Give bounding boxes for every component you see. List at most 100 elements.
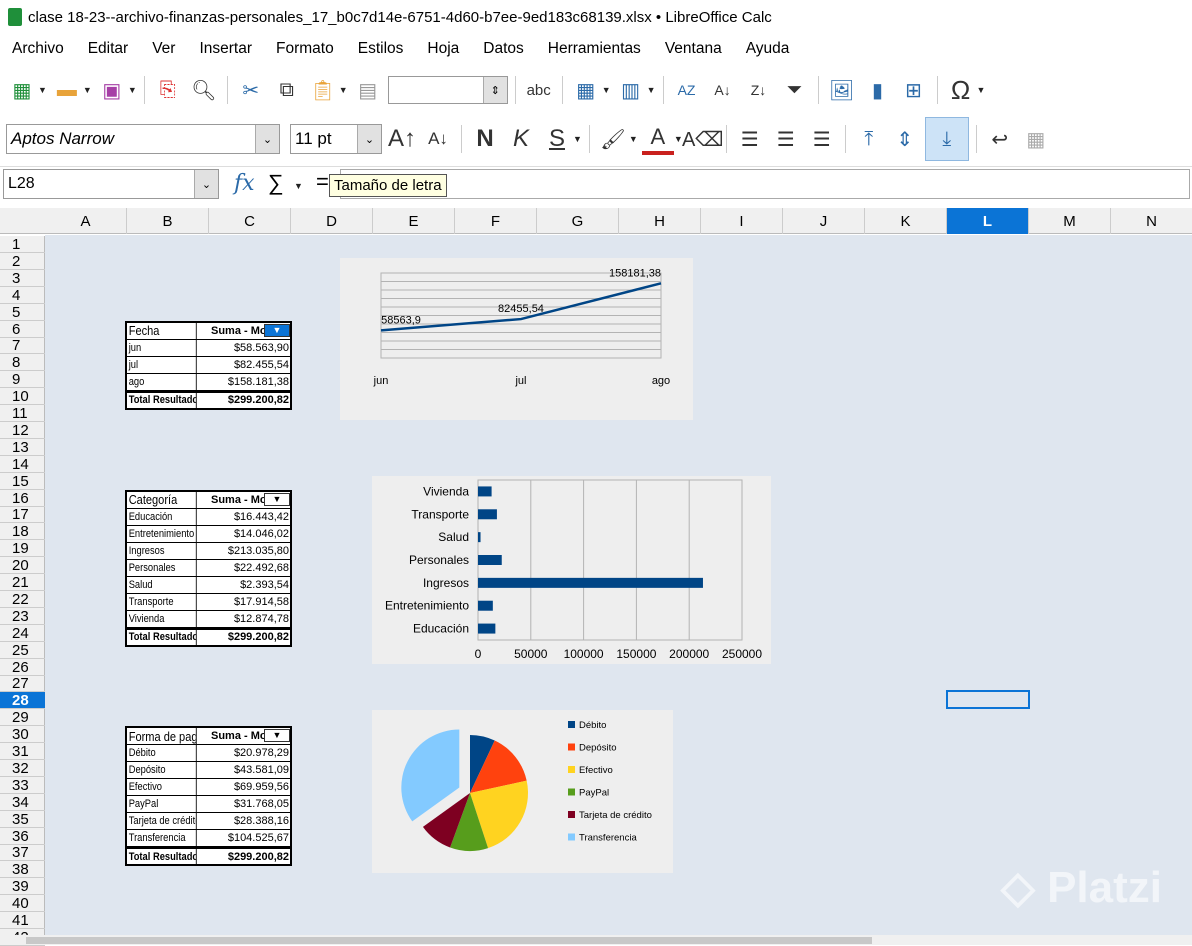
underline-button[interactable]: S — [541, 123, 573, 155]
save-icon[interactable]: ▣ — [96, 74, 128, 106]
row-header[interactable]: 35 — [0, 811, 45, 828]
copy-icon[interactable]: ⧉ — [271, 74, 303, 106]
font-size-select[interactable]: 11 pt ⌄ — [290, 124, 382, 154]
column-header-l[interactable]: L — [947, 208, 1029, 234]
export-pdf-icon[interactable]: ⎘ — [152, 74, 184, 106]
column-header-e[interactable]: E — [373, 208, 455, 234]
chevron-down-icon[interactable]: ⌄ — [255, 125, 279, 153]
align-center-icon[interactable]: ☰ — [770, 123, 802, 155]
clear-formatting-icon[interactable]: A⌫ — [682, 123, 724, 155]
menu-estilos[interactable]: Estilos — [346, 40, 416, 58]
row-header[interactable]: 8 — [0, 354, 45, 372]
row-header[interactable]: 19 — [0, 540, 45, 558]
menu-herramientas[interactable]: Herramientas — [536, 40, 653, 58]
line-chart[interactable]: jun 58563,9 jul 82455,54 ago 158181,38 — [340, 258, 693, 420]
column-header-m[interactable]: M — [1029, 208, 1111, 234]
formula-icon[interactable]: = — [316, 169, 329, 195]
row-header[interactable]: 2 — [0, 253, 45, 270]
row-header[interactable]: 18 — [0, 523, 45, 541]
function-wizard-icon[interactable]: fx — [234, 171, 255, 196]
row-header[interactable]: 29 — [0, 709, 45, 727]
column-header-g[interactable]: G — [537, 208, 619, 234]
menu-hoja[interactable]: Hoja — [415, 40, 471, 58]
row-header[interactable]: 30 — [0, 726, 45, 744]
row-header[interactable]: 27 — [0, 675, 45, 693]
row-header[interactable]: 10 — [0, 388, 45, 406]
column-header-d[interactable]: D — [291, 208, 373, 234]
row-header[interactable]: 37 — [0, 844, 45, 862]
column-header-n[interactable]: N — [1111, 208, 1192, 234]
menu-archivo[interactable]: Archivo — [0, 40, 76, 58]
align-left-icon[interactable]: ☰ — [734, 123, 766, 155]
paste-icon[interactable]: 📋︎ — [307, 74, 339, 106]
row-header[interactable]: 28 — [0, 692, 45, 710]
autofilter-icon[interactable]: ⏷ — [779, 74, 811, 106]
row-header[interactable]: 11 — [0, 405, 45, 422]
clone-formatting-icon[interactable]: ▤ — [352, 74, 384, 106]
style-input[interactable]: ⇕ — [387, 76, 508, 104]
column-header-a[interactable]: A — [45, 208, 127, 234]
insert-row-icon[interactable]: ▦ — [570, 74, 602, 106]
bold-button[interactable]: N — [469, 123, 501, 155]
row-header[interactable]: 3 — [0, 270, 45, 287]
row-header[interactable]: 32 — [0, 760, 45, 777]
font-color-icon[interactable]: A — [641, 123, 674, 155]
special-character-icon[interactable]: Ω — [945, 74, 977, 106]
filter-dropdown-button[interactable]: ▼ — [264, 492, 290, 506]
print-preview-icon[interactable]: 🔍︎ — [188, 74, 220, 106]
align-right-icon[interactable]: ☰ — [806, 123, 838, 155]
column-header-i[interactable]: I — [701, 208, 783, 234]
bar-chart[interactable]: 0 50000 100000 150000 200000 250000 Vivienda Tr… — [372, 476, 771, 664]
sort-descending-icon[interactable]: Z↓ — [743, 74, 775, 106]
insert-column-icon[interactable]: ▥ — [615, 74, 647, 106]
merge-cells-icon[interactable]: ▦ — [1020, 123, 1052, 155]
spellcheck-icon[interactable]: abc — [523, 74, 555, 106]
chevron-down-icon[interactable]: ⌄ — [357, 125, 381, 153]
column-header-k[interactable]: K — [865, 208, 947, 234]
row-header[interactable]: 36 — [0, 828, 45, 845]
sort-icon[interactable]: AZ — [671, 74, 703, 106]
row-header[interactable]: 4 — [0, 287, 45, 304]
row-header[interactable]: 15 — [0, 473, 45, 490]
font-name-select[interactable]: Aptos Narrow ⌄ — [6, 124, 280, 154]
row-header[interactable]: 39 — [0, 878, 45, 896]
menu-insertar[interactable]: Insertar — [187, 40, 264, 58]
row-header[interactable]: 22 — [0, 591, 45, 608]
italic-button[interactable]: K — [505, 123, 537, 155]
pivot-table-icon[interactable]: ⊞ — [898, 74, 930, 106]
open-folder-icon[interactable]: ▬ — [51, 74, 83, 106]
column-header-c[interactable]: C — [209, 208, 291, 234]
scrollbar-thumb[interactable] — [26, 937, 872, 944]
row-header[interactable]: 24 — [0, 625, 45, 642]
row-header[interactable]: 16 — [0, 490, 45, 507]
menu-formato[interactable]: Formato — [264, 40, 346, 58]
row-header[interactable]: 38 — [0, 861, 45, 879]
decrease-font-icon[interactable]: A↓ — [422, 123, 454, 155]
cut-icon[interactable]: ✂ — [235, 74, 267, 106]
pie-chart[interactable]: Débito Depósito Efectivo PayPal Tarjeta de c… — [372, 710, 673, 873]
chevron-down-icon[interactable]: ⌄ — [194, 170, 218, 198]
column-header-h[interactable]: H — [619, 208, 701, 234]
name-box[interactable]: L28 ⌄ — [3, 169, 219, 199]
row-header[interactable]: 1 — [0, 236, 45, 253]
align-bottom-icon[interactable]: ⤓ — [924, 117, 969, 161]
align-top-icon[interactable]: ⤒ — [853, 123, 885, 155]
row-header[interactable]: 25 — [0, 642, 45, 659]
row-header[interactable]: 40 — [0, 895, 45, 913]
row-header[interactable]: 41 — [0, 912, 45, 929]
column-header-f[interactable]: F — [455, 208, 537, 234]
menu-ver[interactable]: Ver — [140, 40, 187, 58]
background-color-icon[interactable]: 🖌︎ — [597, 123, 629, 155]
row-header[interactable]: 23 — [0, 608, 45, 625]
menu-editar[interactable]: Editar — [76, 40, 141, 58]
formula-input[interactable] — [340, 169, 1190, 199]
sort-ascending-icon[interactable]: A↓ — [707, 74, 739, 106]
row-header[interactable]: 33 — [0, 777, 45, 794]
row-header[interactable]: 34 — [0, 794, 45, 811]
row-header[interactable]: 21 — [0, 574, 45, 591]
row-header[interactable]: 31 — [0, 743, 45, 760]
increase-font-icon[interactable]: A↑ — [386, 123, 418, 155]
menu-ayuda[interactable]: Ayuda — [734, 40, 802, 58]
align-middle-icon[interactable]: ⇕ — [889, 123, 921, 155]
row-header[interactable]: 7 — [0, 337, 45, 355]
